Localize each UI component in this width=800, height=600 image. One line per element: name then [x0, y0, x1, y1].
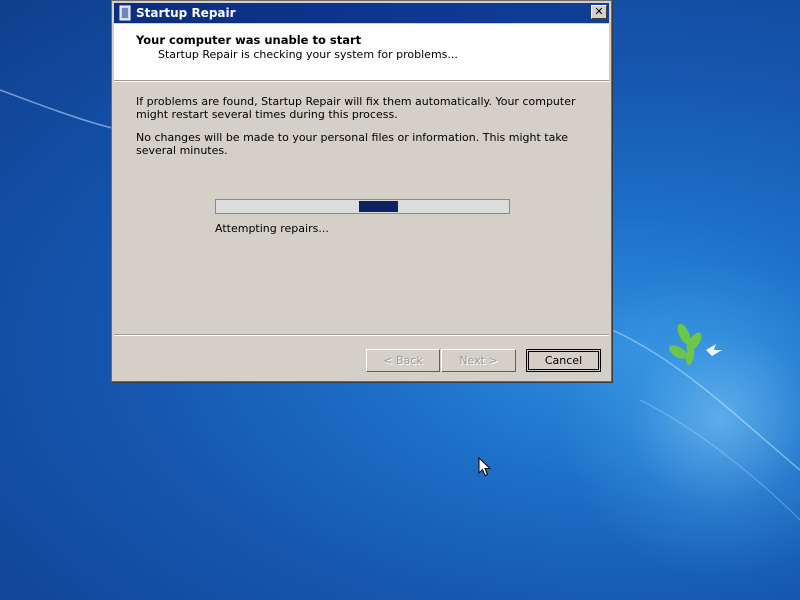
leaf-logo: [668, 323, 702, 365]
mouse-pointer-icon: [478, 457, 492, 477]
back-button[interactable]: < Back: [366, 349, 440, 372]
title-bar[interactable]: Startup Repair ✕: [114, 3, 609, 23]
description: If problems are found, Startup Repair wi…: [136, 95, 596, 167]
bird-icon: [706, 344, 722, 356]
progress-marquee-chunk: [359, 201, 398, 212]
window-title: Startup Repair: [136, 6, 236, 20]
close-button[interactable]: ✕: [591, 5, 607, 19]
description-paragraph-2: No changes will be made to your personal…: [136, 131, 569, 157]
close-icon: ✕: [594, 5, 604, 18]
startup-repair-icon: [119, 5, 131, 21]
description-paragraph-1: If problems are found, Startup Repair wi…: [136, 95, 576, 121]
next-button[interactable]: Next >: [441, 349, 516, 372]
startup-repair-dialog: Startup Repair ✕ Your computer was unabl…: [111, 0, 612, 382]
header-divider: [114, 81, 609, 82]
header-panel: Your computer was unable to start Startu…: [114, 24, 609, 81]
page-subheading: Startup Repair is checking your system f…: [158, 48, 458, 61]
progress-status: Attempting repairs...: [215, 222, 329, 235]
footer-divider: [114, 334, 609, 336]
progress-bar: [215, 199, 510, 214]
page-heading: Your computer was unable to start: [136, 33, 362, 47]
cancel-button[interactable]: Cancel: [526, 349, 601, 372]
